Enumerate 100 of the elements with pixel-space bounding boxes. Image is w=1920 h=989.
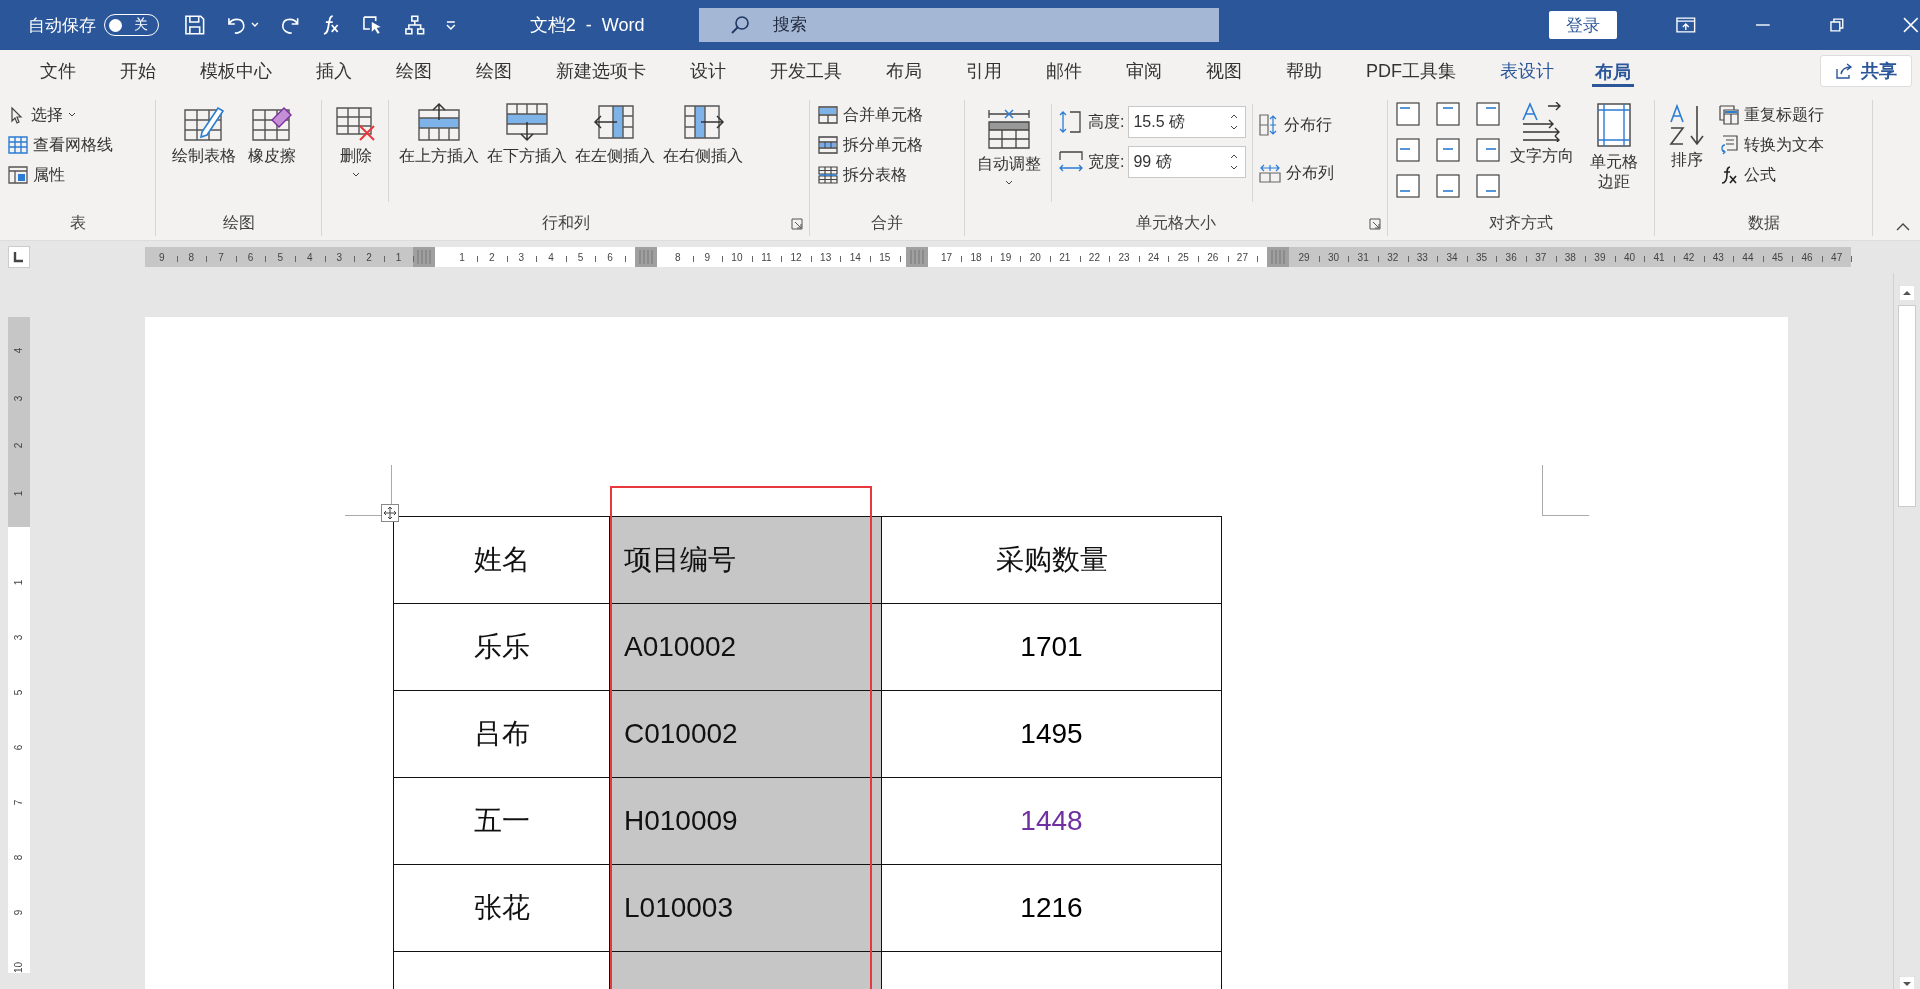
ribbon-tab[interactable]: 表设计 xyxy=(1478,53,1576,89)
ruler-number: 15 xyxy=(870,251,900,263)
align-icon[interactable] xyxy=(1436,138,1460,162)
scroll-thumb[interactable] xyxy=(1898,305,1916,507)
header-cell: 项目编号 xyxy=(609,516,882,604)
split-cells-button[interactable]: 拆分单元格 xyxy=(818,130,956,160)
align-icon[interactable] xyxy=(1476,102,1500,126)
column-marker-icon[interactable] xyxy=(413,247,436,267)
align-icon[interactable] xyxy=(1396,138,1420,162)
ruler-number: 39 xyxy=(1585,251,1615,263)
ruler-number: 22 xyxy=(1079,251,1110,263)
width-spinner[interactable]: 99 磅 xyxy=(1128,146,1247,178)
insert-above-button[interactable]: 在上方插入 xyxy=(395,100,483,169)
ruler-number: 13 xyxy=(810,251,841,263)
ribbon-tab[interactable]: 帮助 xyxy=(1264,53,1344,89)
height-spinner[interactable]: 15.5 磅 xyxy=(1128,106,1247,138)
move-handle-icon[interactable] xyxy=(381,504,399,522)
ribbon-tab[interactable]: 布局 xyxy=(1592,55,1634,87)
insert-row-above-icon xyxy=(417,102,461,142)
ribbon-tab[interactable]: 插入 xyxy=(294,53,374,89)
ruler-number: 25 xyxy=(1168,251,1198,263)
ruler-number: 1 xyxy=(13,579,25,586)
ruler-number: 4 xyxy=(294,251,325,263)
align-icon[interactable] xyxy=(1396,174,1420,198)
save-icon[interactable] xyxy=(183,13,207,37)
distribute-rows-button[interactable]: 分布行 xyxy=(1259,110,1335,140)
ribbon-tab[interactable]: PDF工具集 xyxy=(1344,53,1478,89)
ribbon-tab[interactable]: 邮件 xyxy=(1024,53,1104,89)
text-direction-button[interactable]: 文字方向 xyxy=(1506,100,1578,169)
align-icon[interactable] xyxy=(1476,138,1500,162)
ruler-number: 42 xyxy=(1673,251,1704,263)
ribbon-tab[interactable]: 视图 xyxy=(1184,53,1264,89)
column-marker-icon[interactable] xyxy=(634,247,657,267)
insert-row-below-icon xyxy=(505,102,549,142)
ribbon-tab[interactable]: 引用 xyxy=(944,53,1024,89)
close-icon[interactable] xyxy=(1902,16,1920,34)
ribbon-tab[interactable]: 审阅 xyxy=(1104,53,1184,89)
properties-button[interactable]: 属性 xyxy=(8,160,147,190)
ribbon-tab[interactable]: 开发工具 xyxy=(748,53,864,89)
column-marker-icon[interactable] xyxy=(905,247,928,267)
cell-margins-button[interactable]: 单元格边距 xyxy=(1584,100,1644,194)
insert-right-button[interactable]: 在右侧插入 xyxy=(659,100,747,169)
formula-button[interactable]: 公式 xyxy=(1719,160,1824,190)
ruler-number: 2 xyxy=(354,251,384,263)
merge-cells-button[interactable]: 合并单元格 xyxy=(818,100,956,130)
share-button[interactable]: 共享 xyxy=(1820,55,1912,87)
ruler-number: 23 xyxy=(1109,251,1139,263)
sort-button[interactable]: 排序 xyxy=(1663,100,1711,173)
ruler-number: 40 xyxy=(1614,251,1645,263)
eraser-button[interactable]: 橡皮擦 xyxy=(244,100,300,169)
caret-icon xyxy=(351,171,361,179)
draw-table-button[interactable]: 绘制表格 xyxy=(168,100,240,169)
autofit-button[interactable]: 自动调整 xyxy=(973,104,1045,189)
login-button[interactable]: 登录 xyxy=(1548,11,1618,39)
ribbon-tab[interactable]: 绘图 xyxy=(454,53,534,89)
customize-caret-icon[interactable] xyxy=(444,18,458,32)
column-width-icon xyxy=(1058,150,1084,174)
convert-to-text-button[interactable]: 转换为文本 xyxy=(1719,130,1824,160)
insert-below-button[interactable]: 在下方插入 xyxy=(483,100,571,169)
collapse-ribbon-icon[interactable] xyxy=(1896,222,1910,232)
column-marker-icon[interactable] xyxy=(1267,247,1290,267)
distribute-columns-button[interactable]: 分布列 xyxy=(1259,158,1335,188)
align-icon[interactable] xyxy=(1396,102,1420,126)
ruler-number: 1 xyxy=(383,251,414,263)
ribbon-tab[interactable]: 布局 xyxy=(864,53,944,89)
ruler-number: 3 xyxy=(324,251,355,263)
ribbon-tab[interactable]: 新建选项卡 xyxy=(534,53,668,89)
scroll-up-icon[interactable] xyxy=(1899,285,1915,301)
ruler-number: 29 xyxy=(1289,251,1319,263)
split-table-icon xyxy=(818,166,838,184)
tab-stop-icon[interactable] xyxy=(8,246,30,268)
table-cell: C010002 xyxy=(609,690,882,778)
scroll-down-icon[interactable] xyxy=(1899,976,1915,989)
align-icon[interactable] xyxy=(1436,174,1460,198)
ruler-number: 32 xyxy=(1377,251,1408,263)
ribbon-tab[interactable]: 模板中心 xyxy=(178,53,294,89)
ribbon-tab[interactable]: 开始 xyxy=(98,53,178,89)
header-cell: 姓名 xyxy=(393,516,610,604)
align-icon[interactable] xyxy=(1476,174,1500,198)
hierarchy-icon[interactable] xyxy=(402,13,427,37)
select-button[interactable]: 选择 xyxy=(8,100,147,130)
split-table-button[interactable]: 拆分表格 xyxy=(818,160,956,190)
cell-margins-icon xyxy=(1595,102,1632,148)
ruler-number: 3 xyxy=(506,251,537,263)
restore-icon[interactable] xyxy=(1828,17,1845,33)
group-label: 数据 xyxy=(1746,213,1781,233)
search-field[interactable]: 搜索 xyxy=(698,8,1219,42)
dialog-launcher-icon[interactable] xyxy=(791,218,803,230)
ribbon-display-icon[interactable] xyxy=(1675,16,1697,34)
insert-left-button[interactable]: 在左侧插入 xyxy=(571,100,659,169)
ruler-number: 27 xyxy=(1227,251,1258,263)
ribbon-tab[interactable]: 设计 xyxy=(668,53,748,89)
delete-button[interactable]: 删除 xyxy=(330,100,382,181)
align-icon[interactable] xyxy=(1436,102,1460,126)
dialog-launcher-icon[interactable] xyxy=(1369,218,1381,230)
caret-icon[interactable] xyxy=(250,20,260,30)
ribbon-tab[interactable]: 绘图 xyxy=(374,53,454,89)
gridlines-button[interactable]: 查看网格线 xyxy=(8,130,147,160)
repeat-header-button[interactable]: 重复标题行 xyxy=(1719,100,1824,130)
ribbon-tab[interactable]: 文件 xyxy=(18,53,98,89)
